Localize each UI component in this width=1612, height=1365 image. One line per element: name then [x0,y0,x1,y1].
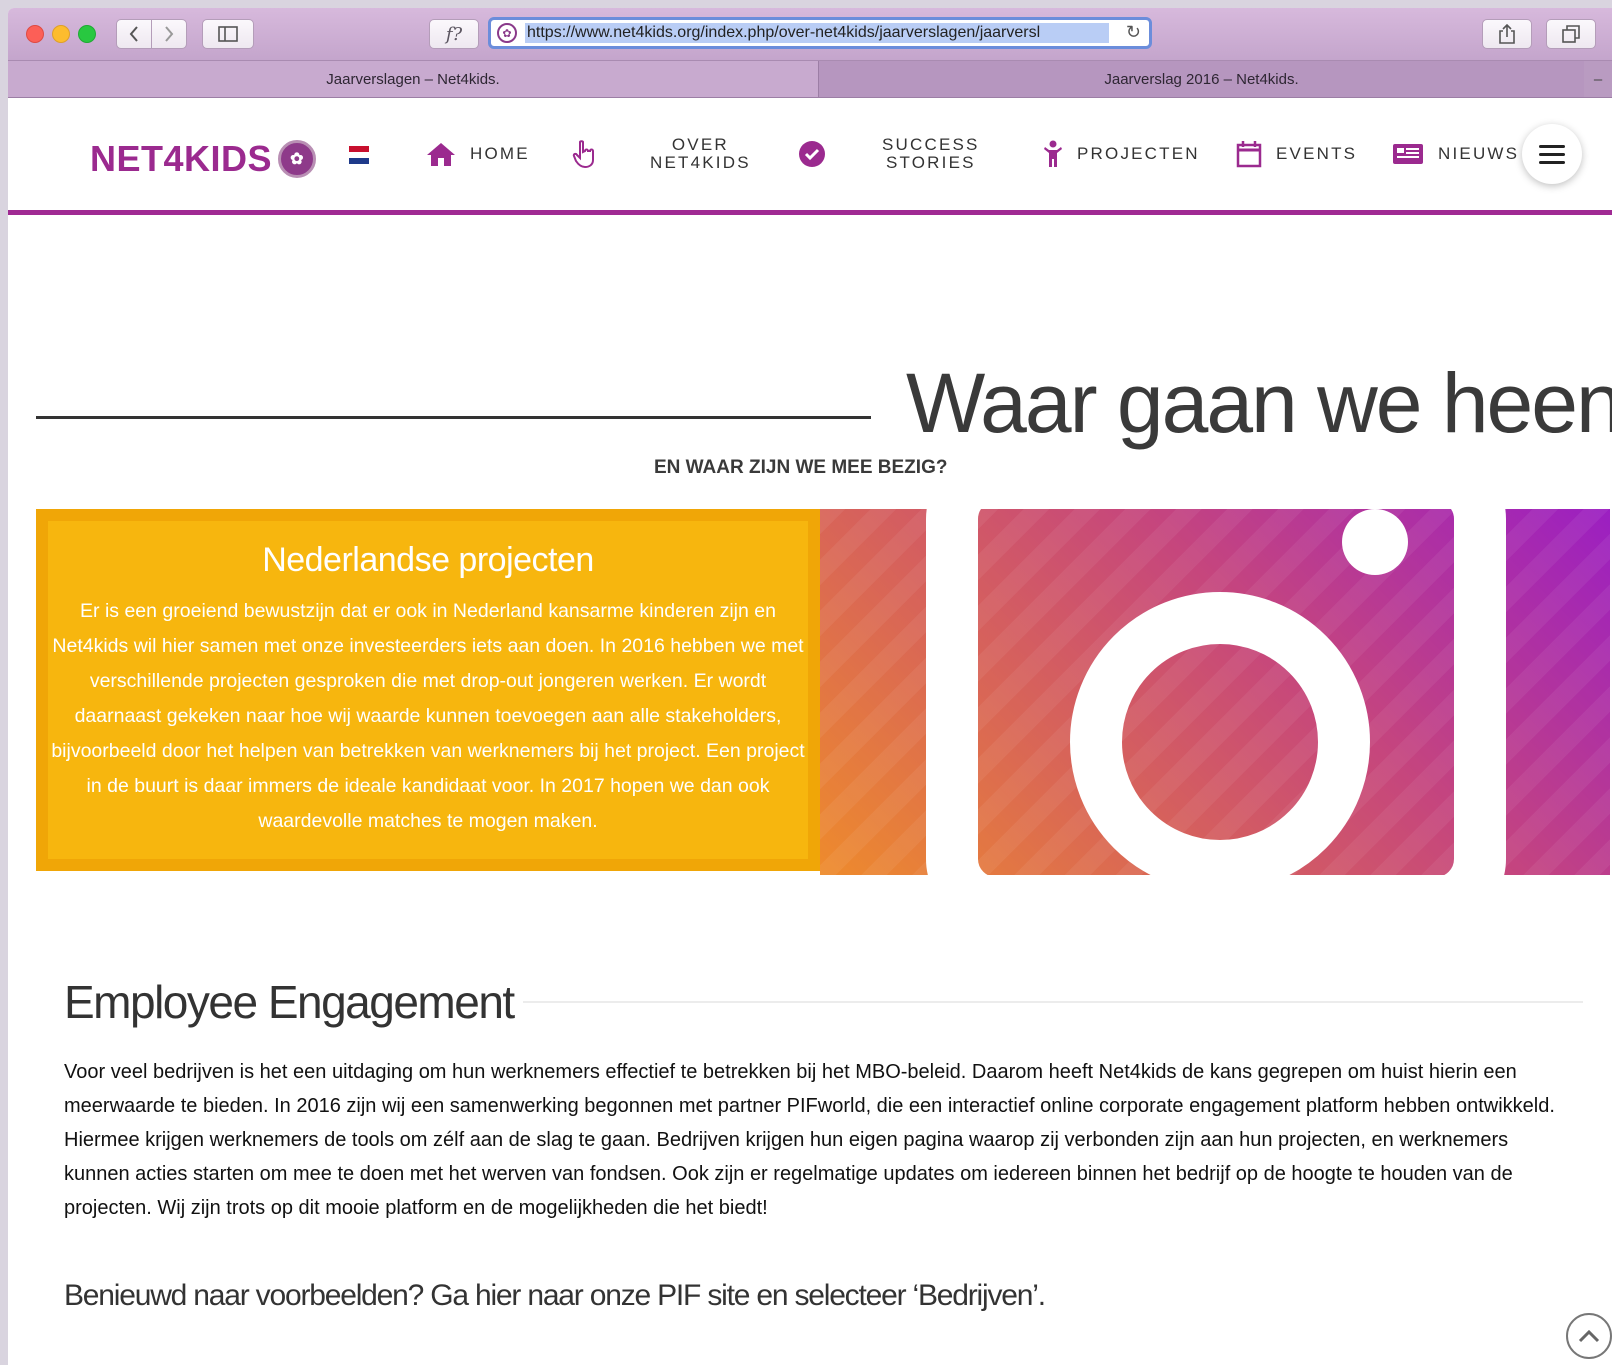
tab-overview-button[interactable] [1546,19,1596,49]
nav-home[interactable]: HOME [426,134,530,174]
nav-over-net4kids[interactable]: OVER NET4KIDS [572,134,751,174]
minimize-window-button[interactable] [52,25,70,43]
site-navigation: NET4KIDS ✿ HOME OVER NET4KIDS SUCCESS ST… [8,98,1612,215]
nav-nieuws[interactable]: NIEUWS [1392,134,1519,174]
chevron-left-icon [129,26,138,42]
newspaper-icon [1392,142,1424,166]
browser-toolbar: f? ✿ https://www.net4kids.org/index.php/… [8,8,1612,61]
pif-site-link[interactable]: Benieuwd naar voorbeelden? Ga hier naar … [64,1279,1046,1313]
hamburger-icon-bar [1539,144,1565,148]
nav-over-line2: NET4KIDS [650,153,751,172]
feature-box: Nederlandse projecten Er is een groeiend… [36,509,820,871]
page-content: Waar gaan we heen EN WAAR ZIJN WE MEE BE… [8,215,1612,1365]
person-icon [1043,140,1063,168]
reader-button[interactable]: f? [429,19,479,49]
nav-nieuws-label: NIEUWS [1438,144,1520,163]
address-bar[interactable]: ✿ https://www.net4kids.org/index.php/ove… [488,17,1152,49]
back-button[interactable] [116,19,152,49]
section-text: Voor veel bedrijven is het een uitdaging… [64,1061,1555,1219]
nav-events-label: EVENTS [1276,144,1358,163]
page-subtitle: EN WAAR ZIJN WE MEE BEZIG? [654,457,948,478]
logo-mark-icon: ✿ [278,140,317,178]
feature-text: Er is een groeiend bewustzijn dat er ook… [51,600,805,832]
nav-over-label: OVER NET4KIDS [650,136,751,172]
chevron-right-icon [165,26,174,42]
tab-jaarverslag-2016[interactable]: Jaarverslag 2016 – Net4kids. [819,61,1584,97]
nav-success-line2: STORIES [885,153,976,172]
site-logo[interactable]: NET4KIDS ✿ [90,138,317,180]
calendar-icon [1236,140,1262,168]
language-flag-nl-icon[interactable] [349,146,369,164]
forward-button[interactable] [151,19,187,49]
hand-pointer-icon [572,140,596,168]
page-title: Waar gaan we heen [906,356,1612,450]
scroll-to-top-button[interactable] [1566,1313,1612,1359]
nav-success-line1: SUCCESS [882,135,980,154]
nav-projecten-label: PROJECTEN [1077,144,1200,163]
share-button[interactable] [1482,19,1532,49]
nav-events[interactable]: EVENTS [1236,134,1357,174]
reload-icon[interactable]: ↻ [1126,22,1141,43]
instagram-icon[interactable] [820,509,1610,875]
nav-home-label: HOME [470,144,530,163]
close-window-button[interactable] [26,25,44,43]
hamburger-icon-bar [1539,152,1565,156]
browser-window: f? ✿ https://www.net4kids.org/index.php/… [8,8,1612,1365]
tab-jaarverslagen[interactable]: Jaarverslagen – Net4kids. [8,61,819,97]
tab-overview-icon [1562,25,1580,43]
menu-button[interactable] [1522,124,1582,184]
sidebar-icon [218,26,238,42]
site-favicon-icon: ✿ [497,23,517,43]
url-text[interactable]: https://www.net4kids.org/index.php/over-… [525,23,1109,43]
sidebar-toggle-button[interactable] [202,19,254,49]
check-circle-icon [798,140,826,168]
nav-projecten[interactable]: PROJECTEN [1043,134,1200,174]
nav-success-stories[interactable]: SUCCESS STORIES [798,134,980,174]
section-divider [523,1001,1583,1003]
feature-title: Nederlandse projecten [262,541,594,579]
nav-over-line1: OVER [671,135,729,154]
section-title: Employee Engagement [64,976,515,1028]
tab-bar: Jaarverslagen – Net4kids. Jaarverslag 20… [8,61,1612,98]
logo-text: NET4KIDS [90,138,273,179]
share-icon [1499,24,1515,44]
zoom-window-button[interactable] [78,25,96,43]
hero-divider [36,416,871,419]
hamburger-icon-bar [1539,160,1565,164]
home-icon [426,141,456,167]
instagram-camera-flash [1342,509,1408,575]
tab-overflow[interactable]: – [1584,61,1612,97]
nav-success-label: SUCCESS STORIES [882,136,980,172]
instagram-camera-lens [1070,592,1370,875]
arrow-up-icon [1578,1329,1600,1343]
